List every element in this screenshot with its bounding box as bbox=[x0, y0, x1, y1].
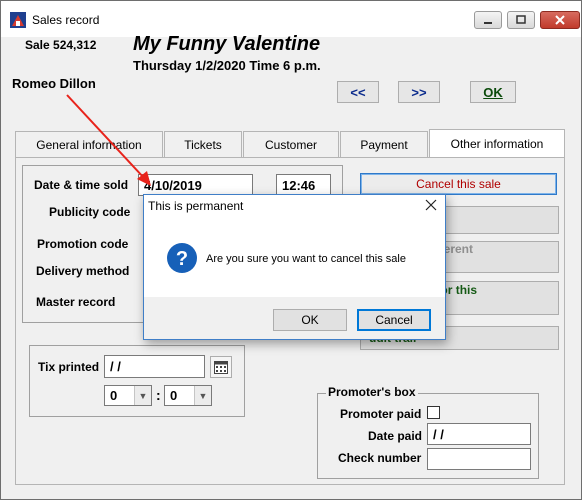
sales-record-window: Sales record Sale 524,312 My Funny Valen… bbox=[0, 0, 582, 500]
svg-text:?: ? bbox=[176, 248, 188, 270]
dialog-ok-button[interactable]: OK bbox=[273, 309, 347, 331]
close-icon bbox=[425, 199, 437, 211]
dialog-footer: OK Cancel bbox=[144, 297, 445, 339]
dialog-close-button[interactable] bbox=[425, 197, 437, 214]
dialog-cancel-button[interactable]: Cancel bbox=[357, 309, 431, 331]
question-icon: ? bbox=[167, 243, 197, 273]
dialog-title: This is permanent bbox=[148, 199, 244, 213]
dialog-message: Are you sure you want to cancel this sal… bbox=[206, 253, 406, 265]
confirm-dialog: This is permanent ? Are you sure you wan… bbox=[143, 194, 446, 340]
